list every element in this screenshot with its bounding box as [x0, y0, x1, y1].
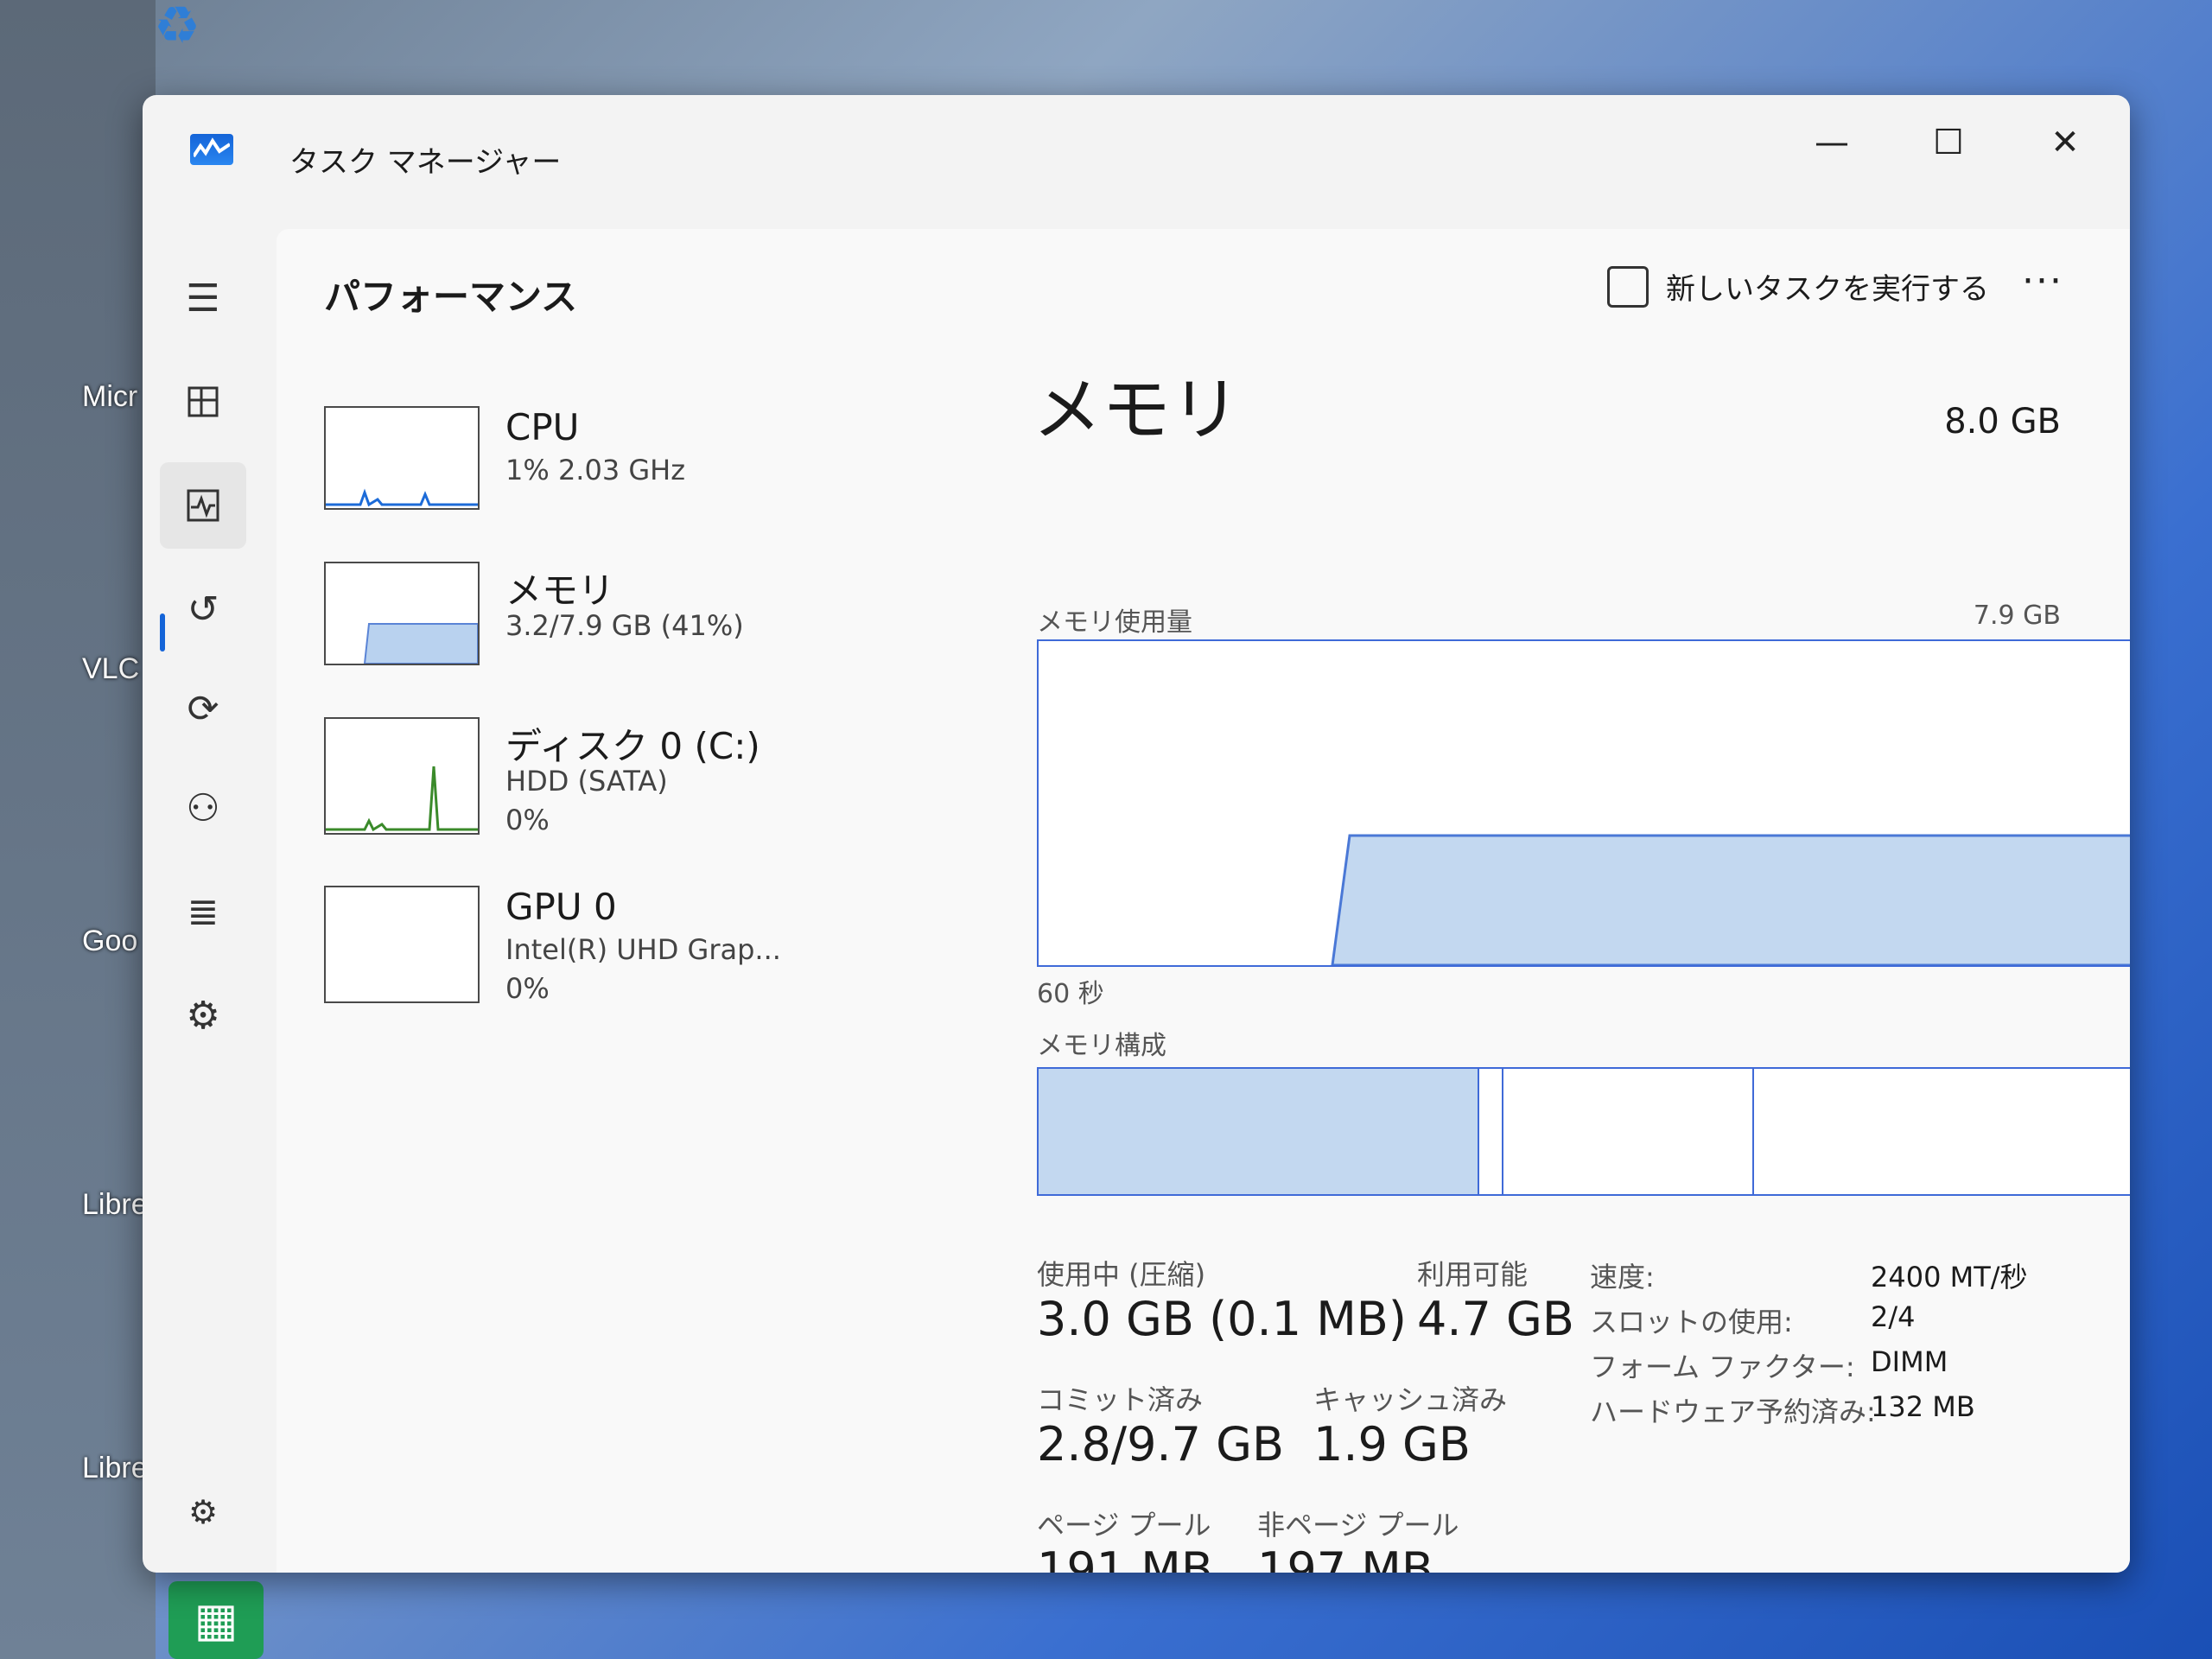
in-use-label: 使用中 (圧縮): [1037, 1258, 1206, 1291]
services-icon[interactable]: ⚙: [160, 972, 246, 1058]
more-options-button[interactable]: ···: [2022, 259, 2063, 303]
hardware-reserved-value: 132 MB: [1871, 1390, 1975, 1423]
perf-item-name: メモリ: [505, 569, 615, 612]
minimize-button[interactable]: —: [1780, 112, 1884, 173]
form-factor-label: フォーム ファクター:: [1590, 1351, 1855, 1383]
form-factor-value: DIMM: [1871, 1345, 1948, 1378]
memory-total: 8.0 GB: [1944, 402, 2061, 442]
perf-item-percent: 0%: [505, 972, 550, 1005]
maximize-button[interactable]: ☐: [1897, 112, 2000, 173]
close-button[interactable]: ✕: [2013, 112, 2117, 173]
gpu-thumbnail-graph: [324, 886, 480, 1003]
recycle-bin-icon[interactable]: ♻: [138, 0, 216, 52]
hardware-reserved-label: ハードウェア予約済み:: [1590, 1395, 1876, 1428]
available-value: 4.7 GB: [1417, 1292, 1574, 1346]
paged-pool-value: 191 MB: [1037, 1542, 1213, 1573]
task-manager-window: タスク マネージャー — ☐ ✕ ☰ ↺ ⟳ ⚇ ≣ ⚙ ⚙ パフォーマンス 新…: [143, 95, 2130, 1573]
slots-value: 2/4: [1871, 1300, 1916, 1333]
memory-composition-bar: [1037, 1067, 2130, 1196]
in-use-value: 3.0 GB (0.1 MB): [1037, 1292, 1407, 1346]
disk-thumbnail-graph: [324, 717, 480, 835]
title-bar[interactable]: タスク マネージャー — ☐ ✕: [143, 95, 2130, 181]
run-new-task-label: 新しいタスクを実行する: [1666, 272, 1989, 307]
paged-pool-label: ページ プール: [1037, 1509, 1211, 1541]
users-icon[interactable]: ⚇: [160, 765, 246, 851]
desktop-shortcut-label[interactable]: Goo: [82, 925, 137, 958]
nonpaged-pool-label: 非ページ プール: [1257, 1509, 1459, 1541]
new-task-icon: [1607, 265, 1649, 308]
details-icon[interactable]: ≣: [160, 868, 246, 955]
cached-value: 1.9 GB: [1313, 1417, 1471, 1471]
perf-item-detail: 1% 2.03 GHz: [505, 454, 686, 486]
startup-icon[interactable]: ⟳: [160, 665, 246, 752]
speed-label: 速度:: [1590, 1261, 1655, 1294]
perf-item-detail: HDD (SATA): [505, 765, 668, 798]
settings-icon[interactable]: ⚙: [160, 1469, 246, 1555]
desktop-area: [0, 0, 156, 1659]
perf-item-name: ディスク 0 (C:): [505, 725, 760, 767]
spreadsheet-taskbar-icon[interactable]: ▦: [168, 1581, 264, 1659]
processes-icon[interactable]: [160, 359, 246, 445]
memory-thumbnail-graph: [324, 562, 480, 665]
perf-item-memory[interactable]: メモリ 3.2/7.9 GB (41%): [324, 562, 842, 709]
available-label: 利用可能: [1417, 1258, 1529, 1291]
composition-in-use: [1039, 1069, 1479, 1194]
perf-item-detail: 3.2/7.9 GB (41%): [505, 609, 744, 642]
composition-modified: [1479, 1069, 1503, 1194]
window-title: タスク マネージャー: [289, 145, 562, 180]
sidebar-nav: ☰ ↺ ⟳ ⚇ ≣ ⚙ ⚙: [143, 233, 264, 1573]
cpu-thumbnail-graph: [324, 406, 480, 510]
perf-item-name: CPU: [505, 406, 580, 448]
memory-heading: メモリ: [1033, 370, 1240, 450]
memory-usage-max: 7.9 GB: [1973, 601, 2061, 631]
nonpaged-pool-value: 197 MB: [1257, 1542, 1433, 1573]
main-content: パフォーマンス 新しいタスクを実行する ··· CPU 1% 2.03 GHz …: [276, 229, 2130, 1573]
desktop-shortcut-label[interactable]: Micr: [82, 380, 137, 414]
committed-label: コミット済み: [1037, 1383, 1204, 1416]
desktop-shortcut-label[interactable]: Libre: [82, 1188, 148, 1222]
graph-time-left: 60 秒: [1037, 979, 1104, 1009]
perf-item-disk[interactable]: ディスク 0 (C:) HDD (SATA) 0%: [324, 717, 842, 864]
perf-item-percent: 0%: [505, 804, 550, 836]
cached-label: キャッシュ済み: [1313, 1383, 1508, 1416]
perf-item-cpu[interactable]: CPU 1% 2.03 GHz: [324, 406, 842, 553]
slots-label: スロットの使用:: [1590, 1306, 1793, 1338]
run-new-task-button[interactable]: 新しいタスクを実行する: [1607, 265, 1989, 308]
perf-item-name: GPU 0: [505, 886, 617, 928]
history-icon[interactable]: ↺: [160, 566, 246, 652]
perf-item-gpu[interactable]: GPU 0 Intel(R) UHD Grap... 0%: [324, 886, 842, 1033]
memory-composition-label: メモリ構成: [1037, 1031, 1166, 1061]
task-manager-app-icon: [190, 134, 233, 165]
composition-standby: [1503, 1069, 1754, 1194]
page-title: パフォーマンス: [324, 276, 578, 318]
memory-usage-label: メモリ使用量: [1037, 607, 1192, 638]
memory-usage-graph: [1037, 639, 2130, 967]
perf-item-detail: Intel(R) UHD Grap...: [505, 933, 781, 966]
speed-value: 2400 MT/秒: [1871, 1261, 2028, 1294]
performance-icon[interactable]: [160, 462, 246, 549]
menu-icon[interactable]: ☰: [160, 255, 246, 341]
committed-value: 2.8/9.7 GB: [1037, 1417, 1285, 1471]
